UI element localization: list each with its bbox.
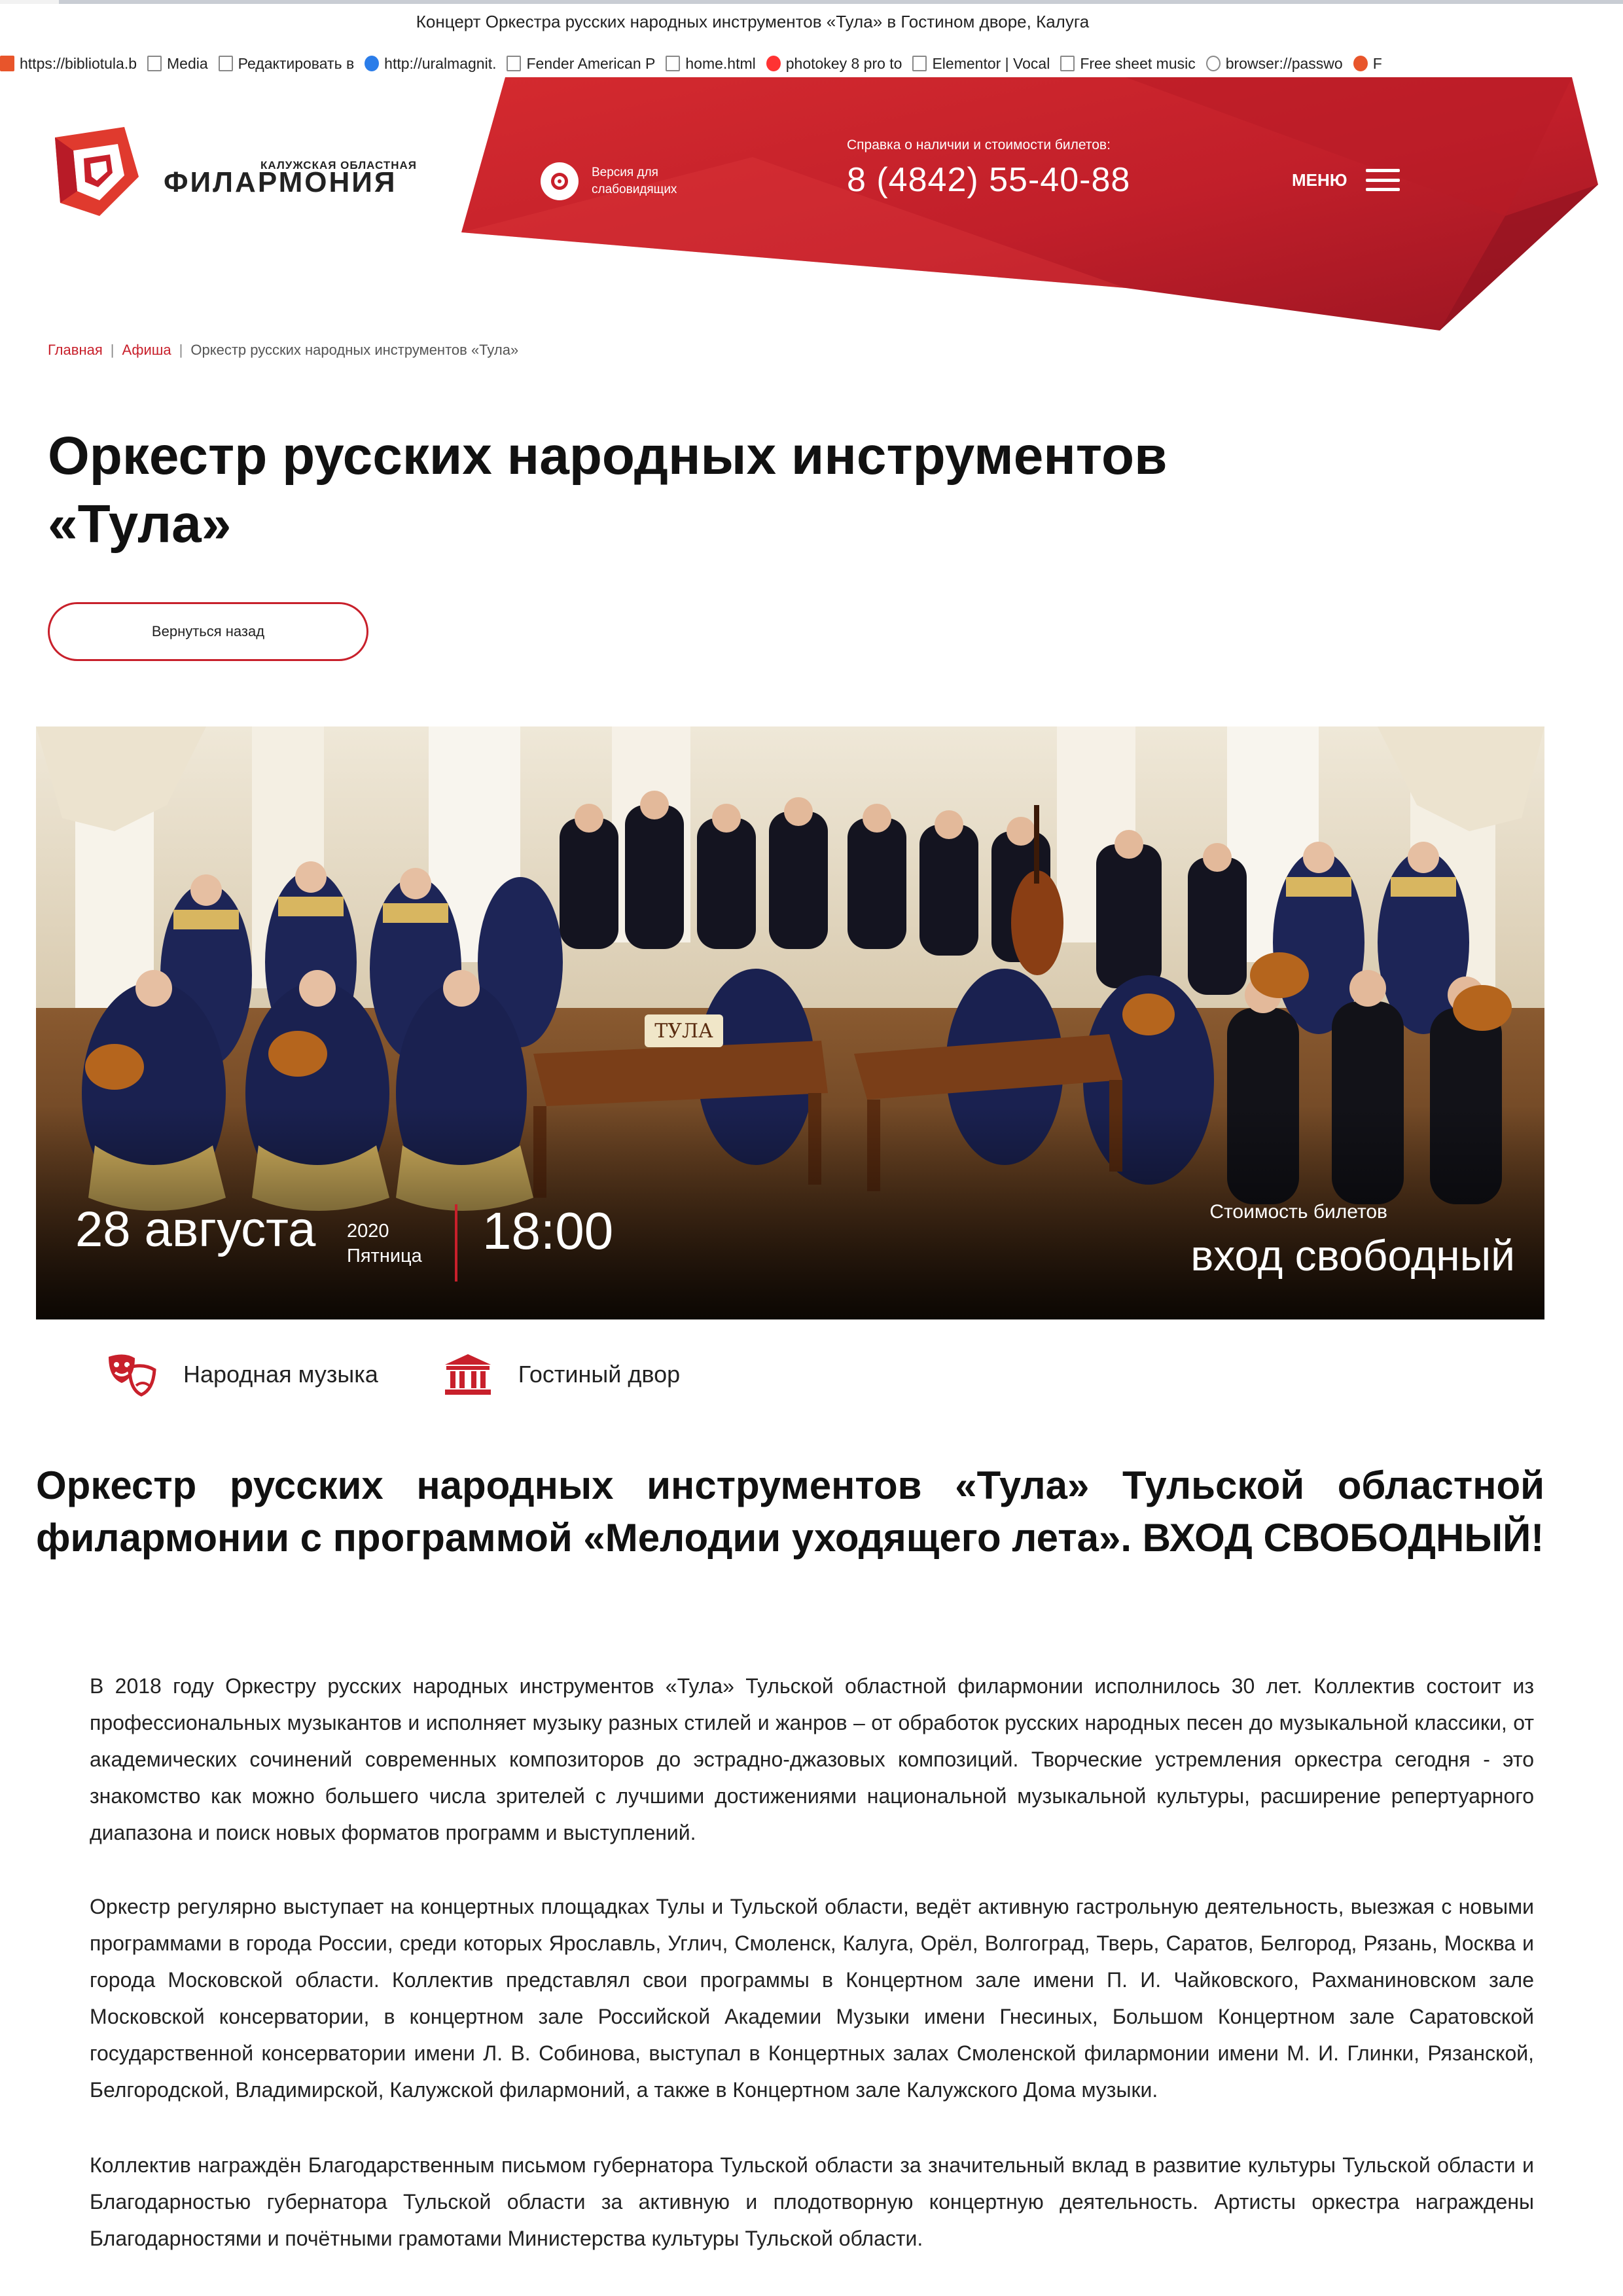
eye-icon — [541, 162, 579, 200]
breadcrumb-home-link[interactable]: Главная — [48, 342, 103, 359]
opera-icon — [1353, 56, 1368, 71]
bookmark-label: Редактировать в — [238, 54, 355, 72]
event-year-weekday: 2020 Пятница — [347, 1219, 422, 1268]
bookmark-bibliotula[interactable]: https://bibliotula.b — [0, 55, 137, 73]
active-tab-edge[interactable] — [0, 0, 59, 4]
price-label: Стоимость билетов — [1209, 1201, 1387, 1223]
theater-masks-icon — [109, 1354, 156, 1397]
menu-label: МЕНЮ — [1292, 170, 1347, 190]
bookmark-label: browser://passwo — [1225, 54, 1343, 72]
bookmark-passwords[interactable]: browser://passwo — [1205, 54, 1343, 73]
genre-tag[interactable]: Народная музыка — [105, 1352, 378, 1397]
bookmark-label: Fender American P — [526, 54, 656, 72]
drum-label-text: ТУЛА — [654, 1020, 713, 1043]
bookmark-label: photokey 8 pro to — [785, 54, 902, 72]
phone-number-link[interactable]: 8 (4842) 55-40-88 — [847, 160, 1130, 200]
breadcrumb-current: Оркестр русских народных инструментов «Т… — [190, 342, 519, 358]
bookmark-label: F — [1372, 54, 1382, 72]
bookmarks-bar: https://bibliotula.b Media Редактировать… — [0, 47, 1623, 80]
bookmark-fender[interactable]: Fender American P — [507, 55, 655, 73]
event-subtitle: Оркестр русских народных инструментов «Т… — [36, 1463, 1544, 1560]
bookmark-uralmagnit[interactable]: http://uralmagnit. — [365, 55, 496, 73]
date-time-divider — [455, 1204, 457, 1282]
bookmark-label: home.html — [685, 54, 756, 72]
venue-tag-label: Гостиный двор — [518, 1361, 681, 1388]
event-time: 18:00 — [482, 1202, 614, 1260]
bookmark-photokey[interactable]: photokey 8 pro to — [766, 55, 902, 73]
description-paragraph: Коллектив награждён Благодарственным пис… — [90, 2153, 1534, 2250]
event-weekday: Пятница — [347, 1246, 422, 1266]
bookmark-label: Elementor | Vocal — [932, 54, 1050, 72]
browser-icon — [1205, 56, 1221, 71]
breadcrumb-separator: | — [110, 342, 115, 358]
low-vision-version-button[interactable]: Версия для слабовидящих — [541, 162, 703, 200]
event-tags: Народная музыка Гостиный двор — [105, 1352, 745, 1397]
breadcrumb: Главная | Афиша | Оркестр русских народн… — [48, 342, 518, 359]
yandex-icon — [766, 56, 781, 71]
page-icon — [147, 56, 162, 71]
bookmark-free-sheet-music[interactable]: Free sheet music — [1060, 54, 1196, 73]
philharmonic-logo-icon[interactable] — [47, 124, 145, 223]
low-vision-label: Версия для слабовидящих — [592, 166, 677, 196]
bookmark-elementor[interactable]: Elementor | Vocal — [912, 55, 1050, 73]
venue-tag[interactable]: Гостиный двор — [444, 1353, 680, 1396]
page-title: Оркестр русских народных инструментов «Т… — [48, 426, 1168, 554]
description-paragraph: Оркестр регулярно выступает на концертны… — [90, 1895, 1534, 2102]
page-icon — [666, 56, 681, 71]
bookmark-media[interactable]: Media — [147, 55, 208, 73]
breadcrumb-afisha-link[interactable]: Афиша — [122, 342, 171, 359]
genre-tag-label: Народная музыка — [183, 1361, 378, 1388]
event-date: 28 августа — [75, 1202, 316, 1257]
bookmark-home-html[interactable]: home.html — [666, 54, 756, 73]
page-icon — [507, 56, 522, 71]
bookmark-label: http://uralmagnit. — [384, 54, 497, 72]
browser-tab-strip — [0, 0, 1623, 4]
tickets-info-label: Справка о наличии и стоимости билетов: — [847, 137, 1111, 152]
window-title: Концерт Оркестра русских народных инстру… — [416, 12, 1090, 31]
menu-button[interactable]: МЕНЮ — [1292, 169, 1400, 191]
globe-icon — [365, 56, 380, 71]
breadcrumb-separator: | — [179, 342, 183, 358]
page-icon — [218, 56, 233, 71]
bookmark-label: https://bibliotula.b — [20, 54, 137, 72]
building-columns-icon — [444, 1354, 491, 1395]
price-value: вход свободный — [1190, 1231, 1515, 1280]
description-paragraph: В 2018 году Оркестру русских народных ин… — [90, 1674, 1534, 1844]
back-button[interactable]: Вернуться назад — [48, 602, 368, 661]
bookmark-opera[interactable]: F — [1353, 55, 1382, 73]
bookmark-edit[interactable]: Редактировать в — [218, 54, 355, 73]
logo-title[interactable]: ФИЛАРМОНИЯ — [164, 166, 397, 199]
blogger-icon — [0, 56, 14, 71]
hamburger-icon — [1365, 169, 1400, 191]
event-hero-photo: ТУЛА 28 августа 2020 Пятница 18:00 Стоим… — [36, 726, 1544, 1319]
bookmark-label: Media — [167, 54, 208, 72]
event-year: 2020 — [347, 1221, 389, 1242]
page-icon — [1060, 56, 1075, 71]
page-icon — [912, 56, 927, 71]
bookmark-label: Free sheet music — [1080, 54, 1196, 72]
